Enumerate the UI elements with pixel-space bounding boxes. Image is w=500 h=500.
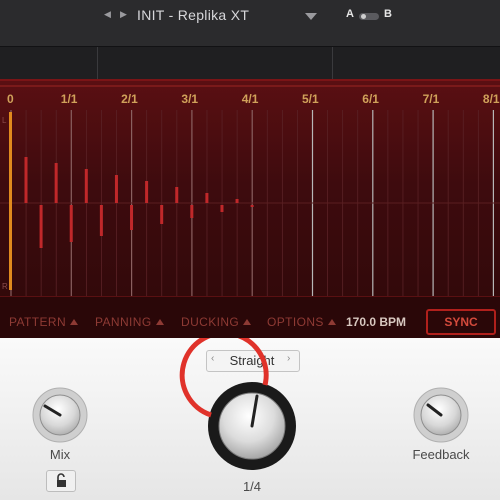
- delay-tap[interactable]: [145, 181, 149, 203]
- beat-label: 2/1: [121, 92, 138, 106]
- triangle-down-icon[interactable]: [305, 13, 317, 20]
- beat-label: 7/1: [422, 92, 440, 106]
- chevron-right-icon[interactable]: ▶: [120, 9, 127, 20]
- beat-label: 0: [7, 92, 14, 106]
- ab-b-label[interactable]: B: [384, 8, 392, 20]
- delay-tap[interactable]: [24, 157, 28, 203]
- tab-panning[interactable]: PANNING: [95, 315, 164, 329]
- beat-label: 1/1: [60, 92, 78, 106]
- delay-tap[interactable]: [220, 205, 224, 212]
- tab-ducking-label: DUCKING: [181, 315, 240, 329]
- time-ruler: [0, 85, 500, 87]
- triangle-up-icon: [155, 319, 164, 325]
- beat-label: 4/1: [241, 92, 259, 106]
- triangle-up-icon: [327, 319, 336, 325]
- mix-knob[interactable]: [32, 387, 88, 443]
- sync-button[interactable]: SYNC: [426, 309, 496, 335]
- tab-options-label: OPTIONS: [267, 315, 324, 329]
- delay-tap[interactable]: [190, 205, 194, 218]
- beat-label: 3/1: [181, 92, 199, 106]
- preset-divider-right: [332, 47, 333, 79]
- unlock-icon: [57, 473, 66, 487]
- top-toolbar: [0, 0, 500, 46]
- tap-grid[interactable]: [0, 110, 500, 296]
- ab-a-label[interactable]: A: [346, 8, 354, 20]
- feedback-label: Feedback: [412, 447, 470, 462]
- beat-label: 6/1: [362, 92, 379, 106]
- delay-tap[interactable]: [54, 163, 58, 203]
- time-knob[interactable]: [179, 338, 296, 470]
- beat-label: 8/1: [482, 92, 500, 106]
- chevron-left-icon[interactable]: ◀: [104, 9, 111, 20]
- delay-tap[interactable]: [130, 205, 134, 230]
- triangle-up-icon: [70, 319, 79, 325]
- delay-tap[interactable]: [84, 169, 88, 203]
- preset-name[interactable]: INIT - Replika XT: [137, 7, 249, 23]
- preset-bar: [0, 46, 500, 80]
- delay-tap[interactable]: [250, 205, 254, 207]
- lock-button[interactable]: [46, 470, 76, 492]
- delay-tap[interactable]: [69, 205, 73, 242]
- beat-label: 5/1: [302, 92, 319, 106]
- tab-pattern-label: PATTERN: [9, 315, 67, 329]
- bpm-readout[interactable]: 170.0 BPM: [346, 315, 406, 329]
- start-marker: [9, 112, 12, 290]
- delay-tap[interactable]: [235, 199, 239, 203]
- mix-label: Mix: [49, 447, 71, 462]
- preset-divider-left: [97, 47, 98, 79]
- delay-tap[interactable]: [114, 175, 118, 203]
- feedback-knob[interactable]: [413, 387, 469, 443]
- tab-panning-label: PANNING: [95, 315, 152, 329]
- ab-toggle[interactable]: [359, 13, 379, 20]
- triangle-up-icon: [243, 319, 252, 325]
- delay-tap[interactable]: [39, 205, 43, 248]
- delay-tap[interactable]: [175, 187, 179, 203]
- tab-options[interactable]: OPTIONS: [267, 315, 336, 329]
- tab-pattern[interactable]: PATTERN: [9, 315, 79, 329]
- channel-right-label: R: [2, 282, 8, 291]
- delay-tap[interactable]: [99, 205, 103, 236]
- channel-left-label: L: [2, 116, 7, 125]
- time-value: 1/4: [242, 479, 262, 494]
- delay-tap[interactable]: [205, 193, 209, 203]
- delay-tap[interactable]: [160, 205, 164, 224]
- tab-ducking[interactable]: DUCKING: [181, 315, 252, 329]
